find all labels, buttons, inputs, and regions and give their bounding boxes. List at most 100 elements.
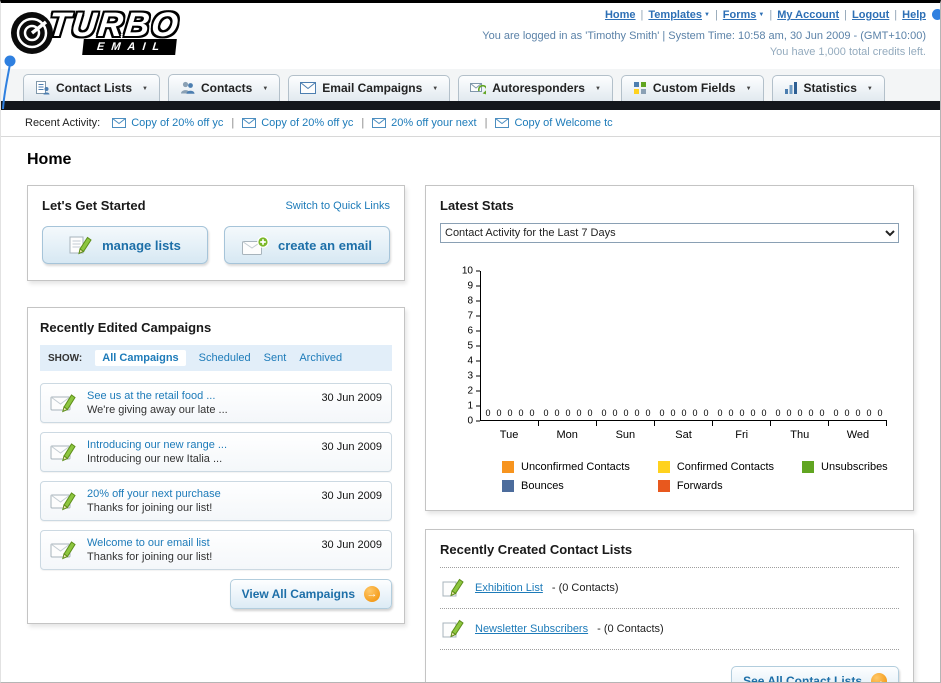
recent-activity-item[interactable]: Copy of 20% off yc — [242, 117, 353, 129]
bar-value-label: 0 — [692, 408, 698, 418]
nav-tab-label: Email Campaigns — [322, 81, 423, 95]
contact-list-item[interactable]: Exhibition List - (0 Contacts) — [440, 568, 899, 609]
nav-tab-email-campaigns[interactable]: Email Campaigns — [288, 75, 451, 101]
arrow-right-icon — [364, 586, 380, 602]
bar-value-label: 0 — [554, 408, 560, 418]
top-link-forms[interactable]: Forms — [723, 9, 757, 21]
recent-activity-item[interactable]: Copy of 20% off yc — [112, 117, 223, 129]
campaign-row[interactable]: Introducing our new range ... Introducin… — [40, 432, 392, 472]
header-right: Home Templates Forms My Account Logout Help Y… — [482, 8, 926, 59]
top-link-logout[interactable]: Logout — [852, 9, 889, 21]
view-all-campaigns-button[interactable]: View All Campaigns — [229, 579, 392, 609]
recent-activity-link[interactable]: Copy of 20% off yc — [261, 117, 353, 129]
stats-filter-select[interactable]: Contact Activity for the Last 7 Days — [440, 223, 899, 243]
recent-activity-label: Recent Activity: — [25, 117, 101, 129]
bar-value-label: 0 — [703, 408, 709, 418]
campaigns-filter-bar: SHOW: All Campaigns Scheduled Sent Archi… — [40, 345, 392, 371]
contact-list-link[interactable]: Exhibition List — [475, 582, 543, 594]
chart-y-tick: 10 — [462, 266, 480, 277]
bar-value-label: 0 — [518, 408, 524, 418]
recent-activity-item[interactable]: Copy of Welcome tc — [495, 117, 613, 129]
contact-list-link[interactable]: Newsletter Subscribers — [475, 623, 588, 635]
bar-value-label: 0 — [612, 408, 618, 418]
bar-value-label: 0 — [866, 408, 872, 418]
nav-tab-contacts[interactable]: Contacts — [167, 74, 281, 101]
recent-activity-link[interactable]: 20% off your next — [391, 117, 476, 129]
tab-sent[interactable]: Sent — [264, 352, 287, 364]
chevron-down-icon — [591, 81, 601, 95]
arrow-right-icon — [871, 673, 887, 682]
chevron-down-icon — [742, 81, 752, 95]
get-started-panel: Let's Get Started Switch to Quick Links … — [27, 185, 405, 281]
legend-swatch — [802, 461, 815, 473]
see-all-contact-lists-label: See All Contact Lists — [743, 674, 862, 683]
campaign-title-link[interactable]: Introducing our new range ... — [87, 439, 312, 451]
campaign-row[interactable]: 20% off your next purchase Thanks for jo… — [40, 481, 392, 521]
campaign-title-link[interactable]: 20% off your next purchase — [87, 488, 312, 500]
campaign-date: 30 Jun 2009 — [321, 490, 382, 502]
latest-stats-title: Latest Stats — [440, 198, 514, 213]
pencil-list-icon — [69, 236, 92, 255]
bar-value-label: 0 — [819, 408, 825, 418]
recently-created-contact-lists-panel: Recently Created Contact Lists Exhibitio… — [425, 529, 914, 683]
campaign-row[interactable]: Welcome to our email list Thanks for joi… — [40, 530, 392, 570]
legend-label: Confirmed Contacts — [676, 461, 775, 473]
contact-list-item[interactable]: Newsletter Subscribers - (0 Contacts) — [440, 609, 899, 650]
pencil-icon — [442, 578, 464, 597]
chart-y-tick: 8 — [467, 296, 480, 307]
campaign-date: 30 Jun 2009 — [321, 539, 382, 551]
legend-swatch — [502, 480, 514, 492]
chart-legend: Unconfirmed Contacts Confirmed Contacts Un… — [502, 461, 888, 492]
tab-all-campaigns[interactable]: All Campaigns — [95, 350, 186, 366]
see-all-contact-lists-button[interactable]: See All Contact Lists — [731, 666, 899, 683]
bar-value-label: 0 — [623, 408, 629, 418]
campaign-title-link[interactable]: See us at the retail food ... — [87, 390, 312, 402]
create-email-button[interactable]: create an email — [224, 226, 390, 264]
chart-y-tick: 2 — [467, 386, 480, 397]
bar-value-label: 0 — [877, 408, 883, 418]
bar-value-label: 0 — [496, 408, 502, 418]
chart-bar-group: 00000 — [481, 271, 539, 426]
tab-scheduled[interactable]: Scheduled — [199, 352, 251, 364]
create-email-label: create an email — [278, 237, 372, 253]
top-link-templates[interactable]: Templates — [648, 9, 702, 21]
campaigns-panel-title: Recently Edited Campaigns — [40, 320, 212, 335]
nav-divider-bar — [1, 101, 940, 110]
dot-marker-icon — [932, 9, 940, 20]
top-link-home[interactable]: Home — [605, 9, 636, 21]
nav-tab-label: Statistics — [803, 81, 857, 95]
campaign-subtitle: We're giving away our late ... — [87, 404, 228, 416]
chart-groups: 00000000000000000000000000000000000 — [481, 271, 887, 426]
tab-archived[interactable]: Archived — [299, 352, 342, 364]
chart-day-labels: Tue Mon Sun Sat Fri Thu Wed — [480, 429, 887, 441]
bar-value-label: 0 — [634, 408, 640, 418]
nav-tab-autoresponders[interactable]: Autoresponders — [458, 75, 613, 101]
chart-bar-group: 00000 — [597, 271, 655, 426]
recent-activity-link[interactable]: Copy of Welcome tc — [514, 117, 612, 129]
recent-activity-item[interactable]: 20% off your next — [372, 117, 477, 129]
top-link-my-account[interactable]: My Account — [777, 9, 839, 21]
chart-plot: 00000000000000000000000000000000000 — [480, 271, 887, 426]
recent-activity-link[interactable]: Copy of 20% off yc — [131, 117, 223, 129]
manage-lists-label: manage lists — [102, 237, 181, 253]
bar-value-label: 0 — [808, 408, 814, 418]
legend-label: Unconfirmed Contacts — [521, 461, 630, 473]
separator — [764, 9, 777, 21]
top-link-help[interactable]: Help — [902, 9, 926, 21]
envelope-icon — [112, 118, 127, 128]
bar-value-label: 0 — [775, 408, 781, 418]
nav-tab-custom-fields[interactable]: Custom Fields — [620, 75, 764, 101]
campaign-title-link[interactable]: Welcome to our email list — [87, 537, 312, 549]
nav-tab-contact-lists[interactable]: Contact Lists — [23, 74, 160, 101]
view-all-campaigns-label: View All Campaigns — [241, 587, 355, 601]
bar-value-label: 0 — [485, 408, 491, 418]
legend-swatch — [657, 461, 670, 473]
campaign-row[interactable]: See us at the retail food ... We're givi… — [40, 383, 392, 423]
manage-lists-button[interactable]: manage lists — [42, 226, 208, 264]
switch-quick-links-link[interactable]: Switch to Quick Links — [285, 200, 390, 212]
chart-day-label: Sun — [615, 429, 636, 441]
chart-y-tick: 3 — [467, 371, 480, 382]
nav-tab-statistics[interactable]: Statistics — [771, 75, 885, 101]
callout-marker-icon — [2, 55, 16, 110]
contact-lists-icon — [36, 81, 50, 95]
